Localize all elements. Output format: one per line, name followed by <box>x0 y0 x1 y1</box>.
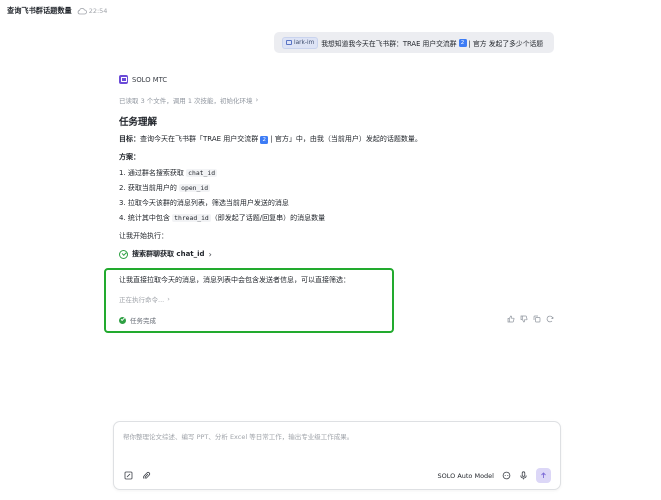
plan-step: 3. 拉取今天该群的消息列表，筛选当前用户发送的消息 <box>119 198 289 208</box>
model-selector[interactable]: SOLO Auto Model <box>438 472 495 480</box>
message-actions <box>507 315 554 323</box>
step-text: 4. 统计其中包含 <box>119 214 173 222</box>
check-circle-icon <box>119 249 128 259</box>
chevron-right-icon: › <box>208 249 212 259</box>
conversation-title: 查询飞书群话题数量 <box>7 6 72 15</box>
skill-chip[interactable]: lark-im <box>282 36 319 49</box>
plan-step: 1. 通过群名搜索获取 chat_id <box>119 168 218 178</box>
task-done-status: 任务完成 <box>119 315 156 325</box>
microphone-icon[interactable] <box>519 471 528 480</box>
check-filled-icon <box>119 316 126 324</box>
skill-icon <box>286 40 292 45</box>
step-text-tail: （即发起了话题/回复串）的消息数量 <box>210 214 326 222</box>
arrow-up-icon <box>541 472 546 478</box>
followup-text: 让我直接拉取今天的消息，消息列表中会包含发送者信息，可以直接筛选： <box>119 276 350 284</box>
cloud-icon <box>77 6 87 16</box>
edit-icon[interactable] <box>124 471 133 480</box>
inline-code: thread_id <box>172 214 211 222</box>
tool-call-label: 搜索群聊获取 chat_id <box>132 250 205 258</box>
goal-line: 目标：查询今天在飞书群「TRAE 用户交流群 2 | 官方」中，由我（当前用户）发起… <box>119 134 422 144</box>
user-message-text-tail: | 官方 发起了多少个话题 <box>468 39 544 48</box>
inline-code: open_id <box>179 184 211 192</box>
number-badge: 2 <box>260 136 269 144</box>
task-title: 任务理解 <box>119 117 158 128</box>
user-message: lark-im 我想知道我今天在飞书群：TRAE 用户交流群 2 | 官方 发起… <box>274 32 554 53</box>
goal-label: 目标： <box>119 135 140 143</box>
start-text: 让我开始执行： <box>119 232 168 240</box>
number-badge: 2 <box>458 38 467 47</box>
context-summary-text: 已读取 3 个文件，调用 1 次技能，初始化环境 <box>119 97 253 105</box>
running-command[interactable]: 正在执行命令... › <box>119 294 170 304</box>
timestamp: 22:54 <box>88 7 108 15</box>
skill-chip-label: lark-im <box>294 39 315 46</box>
goal-text-tail: | 官方」中，由我（当前用户）发起的话题数量。 <box>270 135 422 143</box>
plan-step: 2. 获取当前用户的 open_id <box>119 183 211 193</box>
attachment-icon[interactable] <box>142 471 151 480</box>
running-command-text: 正在执行命令... <box>119 296 165 304</box>
step-text: 1. 通过群名搜索获取 <box>119 169 187 177</box>
send-button[interactable] <box>536 468 551 483</box>
composer-right-tools: SOLO Auto Model <box>438 468 551 483</box>
chat-mode-icon[interactable] <box>502 471 511 480</box>
agent-header: SOLO MTC <box>119 75 167 84</box>
message-composer[interactable]: 帮你整理论文综述、编写 PPT、分析 Excel 等日常工作，输出专业级工作成果… <box>113 421 561 490</box>
plan-label: 方案： <box>119 153 140 161</box>
composer-left-tools <box>124 471 151 480</box>
agent-name: SOLO MTC <box>132 75 168 84</box>
plan-step: 4. 统计其中包含 thread_id （即发起了话题/回复串）的消息数量 <box>119 213 325 223</box>
goal-text: 查询今天在飞书群「TRAE 用户交流群 <box>140 135 259 143</box>
thumbs-up-icon[interactable] <box>507 315 515 323</box>
agent-logo-icon <box>119 75 128 84</box>
chevron-right-icon: › <box>167 295 170 303</box>
user-message-text: 我想知道我今天在飞书群：TRAE 用户交流群 <box>321 39 457 48</box>
step-text: 2. 获取当前用户的 <box>119 184 180 192</box>
inline-code: chat_id <box>186 169 218 177</box>
composer-placeholder[interactable]: 帮你整理论文综述、编写 PPT、分析 Excel 等日常工作，输出专业级工作成果… <box>123 431 353 441</box>
context-summary[interactable]: 已读取 3 个文件，调用 1 次技能，初始化环境 › <box>119 95 258 105</box>
task-done-text: 任务完成 <box>130 317 156 325</box>
chevron-right-icon: › <box>255 96 259 104</box>
copy-icon[interactable] <box>533 315 541 323</box>
thumbs-down-icon[interactable] <box>520 315 528 323</box>
title-bar: 查询飞书群话题数量 22:54 <box>0 0 661 22</box>
refresh-icon[interactable] <box>546 315 554 323</box>
tool-call-item[interactable]: 搜索群聊获取 chat_id › <box>119 249 212 259</box>
step-text: 3. 拉取今天该群的消息列表，筛选当前用户发送的消息 <box>119 199 289 207</box>
